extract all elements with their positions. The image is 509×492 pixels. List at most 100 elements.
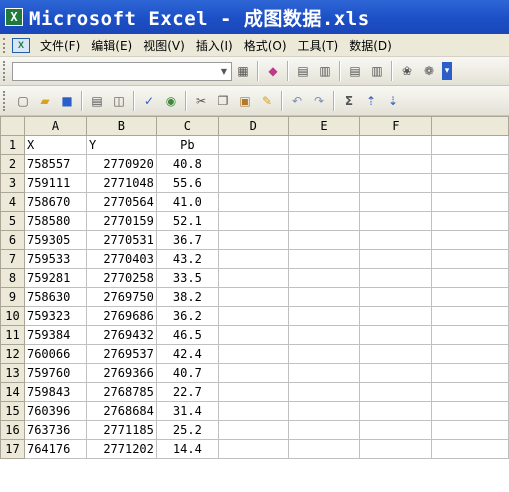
undo-icon[interactable]: ↶ — [288, 92, 306, 110]
cell-empty[interactable] — [287, 211, 361, 231]
cell-empty[interactable] — [287, 154, 361, 174]
row-header[interactable]: 4 — [0, 192, 25, 212]
document-icon[interactable]: X — [12, 37, 30, 53]
cell-empty[interactable] — [287, 268, 361, 288]
cell-empty[interactable] — [431, 363, 509, 383]
row-header[interactable]: 5 — [0, 211, 25, 231]
cell-pb[interactable]: 36.2 — [155, 306, 219, 326]
cell-x[interactable]: 763736 — [23, 420, 87, 440]
menu-grip[interactable] — [3, 37, 9, 53]
row-header[interactable]: 11 — [0, 325, 25, 345]
cell-empty[interactable] — [287, 344, 361, 364]
cell-empty[interactable] — [431, 135, 509, 155]
cell-empty[interactable] — [217, 287, 289, 307]
name-box[interactable]: ▼ — [12, 61, 232, 81]
cell-empty[interactable] — [431, 439, 509, 459]
cell-empty[interactable] — [359, 344, 433, 364]
cell-empty[interactable] — [359, 401, 433, 421]
row-header[interactable]: 1 — [0, 135, 25, 155]
cell-empty[interactable] — [431, 420, 509, 440]
cell-pb[interactable]: 42.4 — [155, 344, 219, 364]
menu-insert[interactable]: 插入(I) — [192, 37, 240, 54]
cell-x[interactable]: X — [23, 135, 87, 155]
cell-empty[interactable] — [287, 401, 361, 421]
cell-empty[interactable] — [431, 306, 509, 326]
cell-empty[interactable] — [217, 173, 289, 193]
column-header[interactable]: B — [85, 116, 157, 136]
print-preview-icon[interactable]: ◫ — [110, 92, 128, 110]
cell-pb[interactable]: 40.8 — [155, 154, 219, 174]
spelling-icon[interactable]: ✓ — [140, 92, 158, 110]
cell-empty[interactable] — [431, 230, 509, 250]
cell-x[interactable]: 759533 — [23, 249, 87, 269]
select-all-corner[interactable] — [0, 116, 25, 136]
cell-empty[interactable] — [431, 154, 509, 174]
cell-empty[interactable] — [217, 192, 289, 212]
cell-empty[interactable] — [431, 268, 509, 288]
menu-edit[interactable]: 编辑(E) — [87, 37, 139, 54]
cell-empty[interactable] — [431, 173, 509, 193]
cell-empty[interactable] — [359, 230, 433, 250]
research-icon[interactable]: ❁ — [420, 62, 438, 80]
cell-x[interactable]: 760396 — [23, 401, 87, 421]
cell-empty[interactable] — [217, 154, 289, 174]
cell-y[interactable]: 2770258 — [85, 268, 157, 288]
copy-icon[interactable]: ❐ — [214, 92, 232, 110]
row-header[interactable]: 10 — [0, 306, 25, 326]
cell-x[interactable]: 759111 — [23, 173, 87, 193]
cell-x[interactable]: 759305 — [23, 230, 87, 250]
menu-format[interactable]: 格式(O) — [240, 37, 294, 54]
cell-x[interactable]: 760066 — [23, 344, 87, 364]
cell-empty[interactable] — [287, 192, 361, 212]
cell-empty[interactable] — [359, 211, 433, 231]
new-icon[interactable]: ▢ — [14, 92, 32, 110]
cell-pb[interactable]: 14.4 — [155, 439, 219, 459]
column-header[interactable]: C — [155, 116, 219, 136]
cell-empty[interactable] — [217, 211, 289, 231]
cell-empty[interactable] — [359, 154, 433, 174]
cell-x[interactable]: 759384 — [23, 325, 87, 345]
border-icon[interactable]: ▤ — [294, 62, 312, 80]
cell-x[interactable]: 759843 — [23, 382, 87, 402]
autosum-icon[interactable]: Σ — [340, 92, 358, 110]
print-icon[interactable]: ▤ — [88, 92, 106, 110]
cell-pb[interactable]: 31.4 — [155, 401, 219, 421]
cell-empty[interactable] — [217, 401, 289, 421]
row-header[interactable]: 8 — [0, 268, 25, 288]
cell-empty[interactable] — [431, 382, 509, 402]
cell-empty[interactable] — [217, 306, 289, 326]
menu-file[interactable]: 文件(F) — [36, 37, 87, 54]
cell-empty[interactable] — [359, 382, 433, 402]
cell-empty[interactable] — [359, 420, 433, 440]
cell-x[interactable]: 759281 — [23, 268, 87, 288]
cell-pb[interactable]: 38.2 — [155, 287, 219, 307]
menu-view[interactable]: 视图(V) — [139, 37, 192, 54]
cell-y[interactable]: 2770403 — [85, 249, 157, 269]
row-header[interactable]: 16 — [0, 420, 25, 440]
cell-pb[interactable]: 52.1 — [155, 211, 219, 231]
cell-pb[interactable]: Pb — [155, 135, 219, 155]
cell-empty[interactable] — [359, 439, 433, 459]
row-header[interactable]: 2 — [0, 154, 25, 174]
table-icon[interactable]: ▥ — [368, 62, 386, 80]
cell-y[interactable]: 2771185 — [85, 420, 157, 440]
cell-y[interactable]: 2770920 — [85, 154, 157, 174]
cell-y[interactable]: 2770159 — [85, 211, 157, 231]
cell-pb[interactable]: 55.6 — [155, 173, 219, 193]
cell-y[interactable]: Y — [85, 135, 157, 155]
cell-empty[interactable] — [431, 344, 509, 364]
row-header[interactable]: 3 — [0, 173, 25, 193]
cell-empty[interactable] — [217, 325, 289, 345]
cell-empty[interactable] — [217, 344, 289, 364]
drawing-icon[interactable]: ◆ — [264, 62, 282, 80]
menu-tools[interactable]: 工具(T) — [294, 37, 346, 54]
overflow-icon[interactable]: ▾ — [442, 62, 452, 80]
toolbar-grip[interactable] — [3, 61, 9, 81]
cell-x[interactable]: 759760 — [23, 363, 87, 383]
cell-empty[interactable] — [287, 306, 361, 326]
spell-icon[interactable]: ❀ — [398, 62, 416, 80]
cell-empty[interactable] — [217, 230, 289, 250]
open-icon[interactable]: ▰ — [36, 92, 54, 110]
row-header[interactable]: 17 — [0, 439, 25, 459]
cell-empty[interactable] — [359, 268, 433, 288]
